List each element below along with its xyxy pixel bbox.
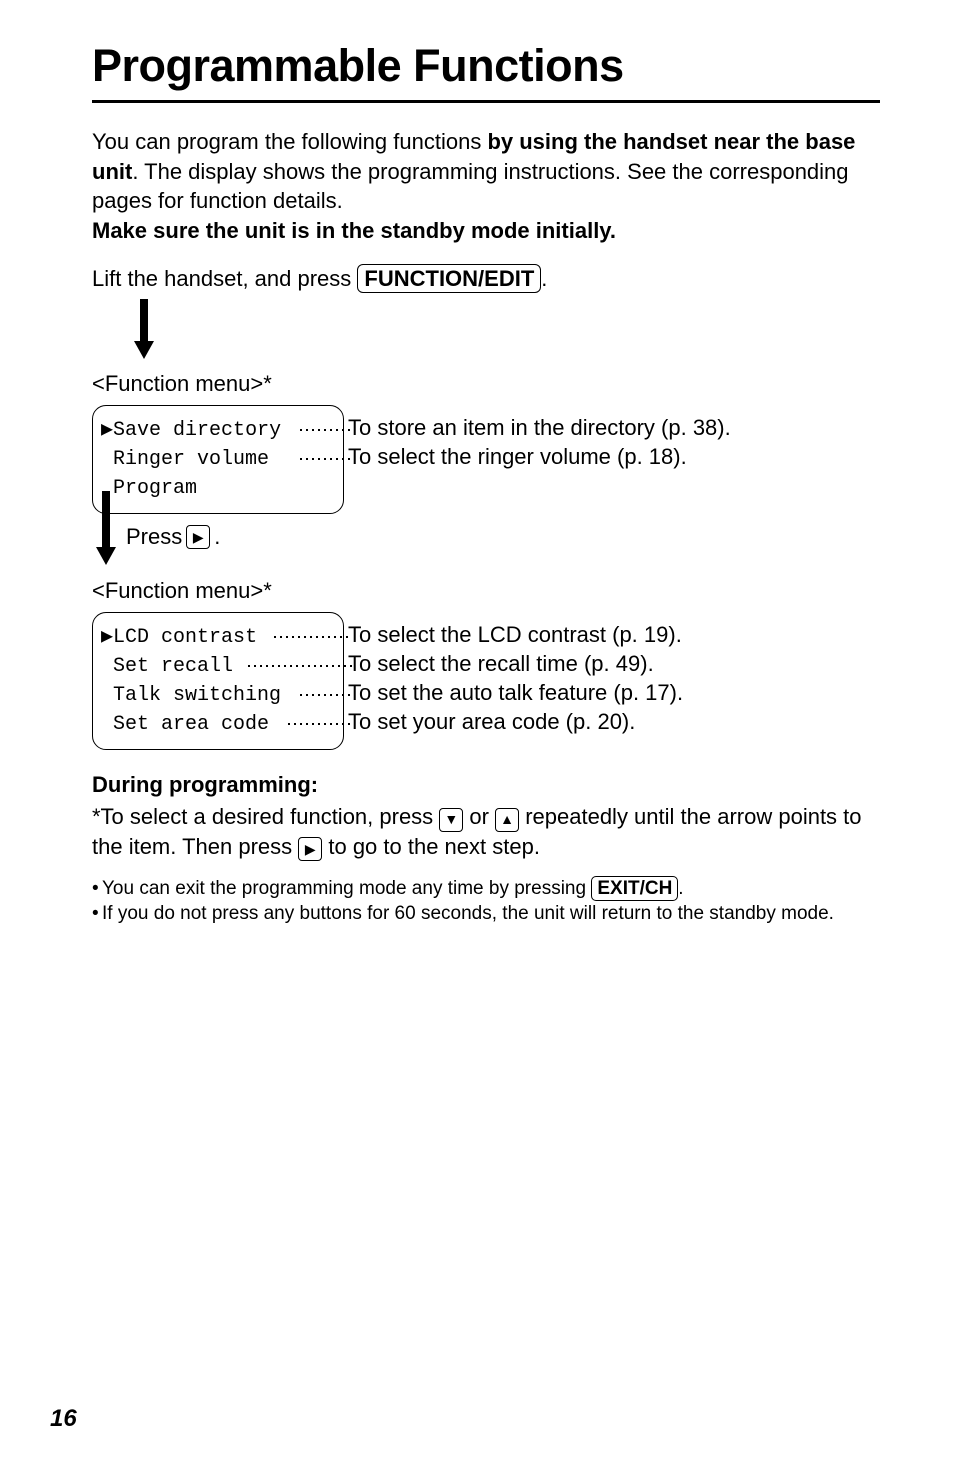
- lcd1-desc-1: To select the ringer volume (p. 18).: [348, 442, 731, 471]
- lcd-1: ▶Save directory Ringer volume Program: [92, 405, 344, 514]
- lcd2-desc-3-text: To set your area code (p. 20).: [348, 706, 635, 738]
- function-menu-label-2: <Function menu>*: [92, 578, 880, 604]
- intro-bold-2: Make sure the unit is in the standby mod…: [92, 218, 616, 243]
- page-title: Programmable Functions: [92, 40, 880, 92]
- intro-text-2: . The display shows the programming inst…: [92, 159, 849, 214]
- during-programming-heading: During programming:: [92, 772, 880, 798]
- lift-post: .: [541, 266, 547, 291]
- bullet-1-text-b: .: [678, 878, 683, 899]
- lcd1-descriptions: To store an item in the directory (p. 38…: [348, 405, 731, 471]
- page-number: 16: [50, 1405, 77, 1433]
- lcd2-desc-0: To select the LCD contrast (p. 19).: [348, 620, 683, 649]
- press-post: .: [214, 524, 220, 550]
- lcd2-line-0: ▶LCD contrast: [101, 623, 331, 652]
- press-pre: Press: [126, 524, 182, 550]
- lcd-block-2: ▶LCD contrast Set recall Talk switching …: [92, 612, 880, 750]
- right-arrow-key-icon-2: ▶: [298, 837, 322, 861]
- lcd2-line-3: Set area code: [101, 710, 331, 739]
- exit-ch-button-label: EXIT/CH: [591, 876, 678, 902]
- lcd2-desc-0-text: To select the LCD contrast (p. 19).: [348, 619, 682, 651]
- lcd2-desc-3: To set your area code (p. 20).: [348, 707, 683, 736]
- during-text-a: *To select a desired function, press: [92, 804, 439, 829]
- title-rule: [92, 100, 880, 103]
- during-text-b: or: [463, 804, 495, 829]
- down-arrow-key-icon: ▼: [439, 808, 463, 832]
- during-programming-text: *To select a desired function, press ▼ o…: [92, 802, 880, 861]
- lcd2-descriptions: To select the LCD contrast (p. 19). To s…: [348, 612, 683, 736]
- intro-paragraph: You can program the following functions …: [92, 127, 880, 246]
- lcd2-line-2: Talk switching: [101, 681, 331, 710]
- function-edit-button-label: FUNCTION/EDIT: [357, 264, 541, 294]
- press-right-instruction: Press ▶.: [126, 524, 880, 550]
- bullet-1: • You can exit the programming mode any …: [92, 876, 880, 902]
- lift-pre: Lift the handset, and press: [92, 266, 357, 291]
- function-menu-label-1: <Function menu>*: [92, 371, 880, 397]
- down-arrow-1: [92, 297, 292, 365]
- lcd2-desc-2: To set the auto talk feature (p. 17).: [348, 678, 683, 707]
- lcd2-line-1: Set recall: [101, 652, 331, 681]
- lcd1-desc-0: To store an item in the directory (p. 38…: [348, 413, 731, 442]
- lcd1-desc-0-text: To store an item in the directory (p. 38…: [348, 412, 731, 444]
- up-arrow-key-icon: ▲: [495, 808, 519, 832]
- lcd-block-1: ▶Save directory Ringer volume Program To…: [92, 405, 880, 514]
- bullet-dot-1: •: [92, 876, 102, 902]
- lcd2-desc-1-text: To select the recall time (p. 49).: [348, 648, 654, 680]
- bullet-dot-2: •: [92, 901, 102, 927]
- bullet-1-text-a: You can exit the programming mode any ti…: [102, 878, 591, 899]
- lcd1-line-2: Program: [101, 474, 331, 503]
- bullet-2: • If you do not press any buttons for 60…: [92, 901, 880, 927]
- lcd1-line-0: ▶Save directory: [101, 416, 331, 445]
- lcd2-desc-2-text: To set the auto talk feature (p. 17).: [348, 677, 683, 709]
- lcd1-line-1: Ringer volume: [101, 445, 331, 474]
- intro-text-1: You can program the following functions: [92, 129, 487, 154]
- notes-bullets: • You can exit the programming mode any …: [92, 876, 880, 927]
- lift-instruction: Lift the handset, and press FUNCTION/EDI…: [92, 264, 880, 294]
- lcd-2: ▶LCD contrast Set recall Talk switching …: [92, 612, 344, 750]
- bullet-2-text: If you do not press any buttons for 60 s…: [102, 901, 834, 927]
- during-text-d: to go to the next step.: [322, 834, 540, 859]
- right-arrow-key-icon: ▶: [186, 525, 210, 549]
- lcd1-desc-1-text: To select the ringer volume (p. 18).: [348, 441, 687, 473]
- lcd2-desc-1: To select the recall time (p. 49).: [348, 649, 683, 678]
